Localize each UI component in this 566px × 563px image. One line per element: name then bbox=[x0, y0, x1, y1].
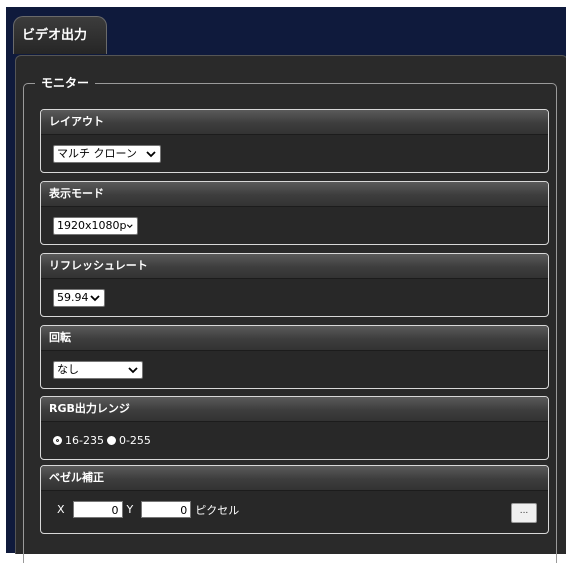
display-mode-select-value: 1920x1080p bbox=[57, 219, 127, 232]
video-output-window: ビデオ出力 モニター レイアウト マルチ クローン 表示モード 1920x108… bbox=[6, 7, 566, 563]
chevron-down-icon bbox=[146, 151, 156, 158]
chevron-down-icon bbox=[128, 367, 138, 374]
refresh-rate-title: リフレッシュレート bbox=[41, 254, 548, 279]
radio-16-235[interactable] bbox=[53, 436, 62, 445]
refresh-rate-section: リフレッシュレート 59.94 bbox=[40, 253, 549, 317]
bezel-title: ベゼル補正 bbox=[41, 466, 548, 491]
refresh-rate-select[interactable]: 59.94 bbox=[53, 289, 105, 307]
chevron-down-icon bbox=[127, 224, 134, 229]
monitor-fieldset: モニター レイアウト マルチ クローン 表示モード 1920x1080p リフレ… bbox=[23, 75, 557, 563]
rgb-range-title: RGB出力レンジ bbox=[41, 397, 548, 422]
layout-section: レイアウト マルチ クローン bbox=[40, 109, 549, 173]
display-mode-select[interactable]: 1920x1080p bbox=[53, 217, 138, 235]
display-mode-title: 表示モード bbox=[41, 182, 548, 207]
radio-0-255-label[interactable]: 0-255 bbox=[119, 434, 151, 447]
radio-16-235-label[interactable]: 16-235 bbox=[65, 434, 104, 447]
tab-panel: モニター レイアウト マルチ クローン 表示モード 1920x1080p リフレ… bbox=[15, 55, 566, 563]
bezel-section: ベゼル補正 X 0 Y 0 ピクセル ... bbox=[40, 465, 549, 534]
layout-title: レイアウト bbox=[41, 110, 548, 135]
rotation-title: 回転 bbox=[41, 326, 548, 351]
refresh-rate-select-value: 59.94 bbox=[57, 291, 89, 304]
layout-select-value: マルチ クローン bbox=[57, 147, 137, 160]
display-mode-section: 表示モード 1920x1080p bbox=[40, 181, 549, 245]
bezel-y-label: Y bbox=[126, 503, 134, 516]
rgb-range-options: 16-235 0-255 bbox=[53, 434, 151, 447]
chevron-down-icon bbox=[90, 295, 100, 302]
rotation-section: 回転 なし bbox=[40, 325, 549, 389]
bezel-unit: ピクセル bbox=[195, 503, 240, 517]
bezel-x-label: X bbox=[57, 503, 65, 516]
bezel-more-button[interactable]: ... bbox=[511, 503, 537, 523]
rotation-select-value: なし bbox=[57, 363, 79, 376]
radio-0-255[interactable] bbox=[106, 436, 116, 445]
bezel-inputs: X 0 Y 0 ピクセル bbox=[57, 501, 239, 518]
bezel-y-input[interactable]: 0 bbox=[141, 501, 192, 518]
rotation-select[interactable]: なし bbox=[53, 361, 143, 379]
layout-select[interactable]: マルチ クローン bbox=[53, 145, 161, 163]
rgb-range-section: RGB出力レンジ 16-235 0-255 bbox=[40, 396, 549, 460]
monitor-legend: モニター bbox=[35, 75, 96, 91]
tab-video-output[interactable]: ビデオ出力 bbox=[13, 16, 107, 54]
bezel-x-input[interactable]: 0 bbox=[72, 501, 123, 518]
